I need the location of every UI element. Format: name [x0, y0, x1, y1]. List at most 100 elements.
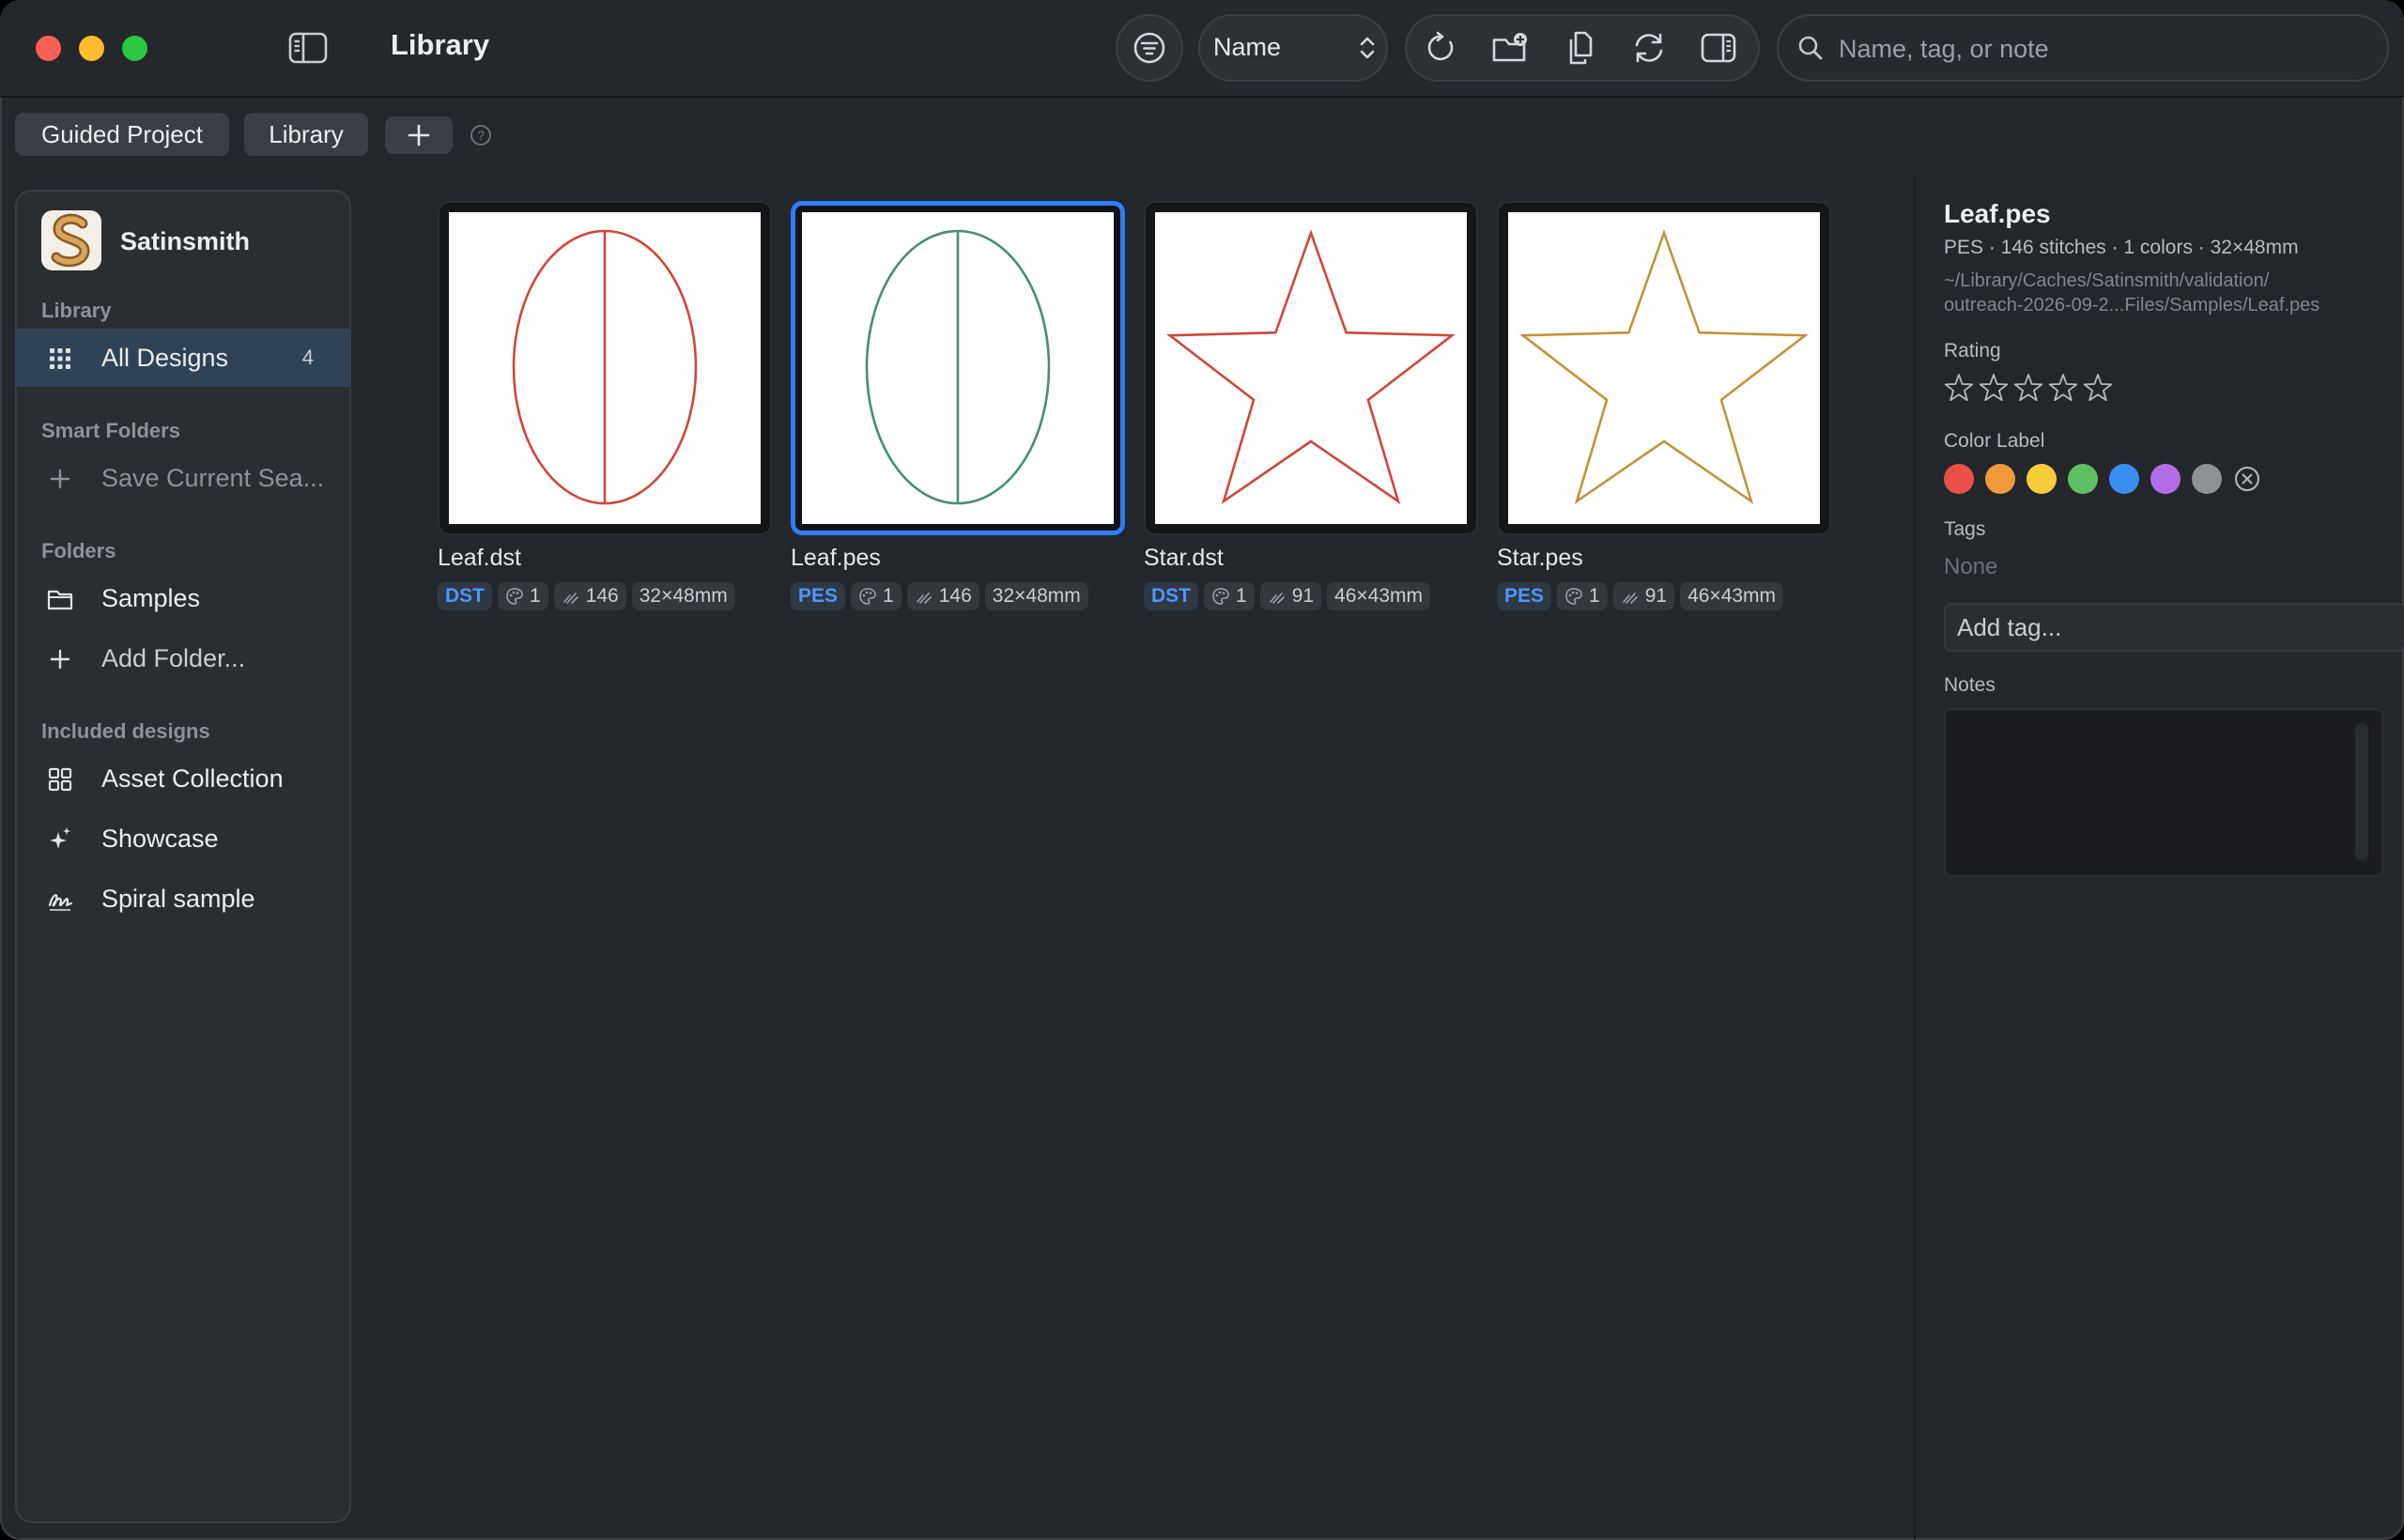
clear-color-label-icon[interactable] — [2233, 465, 2261, 493]
file-path[interactable]: ~/Library/Caches/Satinsmith/validation/ … — [1944, 269, 2385, 317]
filter-icon — [1133, 32, 1165, 64]
sync-icon[interactable] — [1630, 31, 1668, 65]
add-tag-input[interactable] — [1944, 603, 2404, 652]
sidebar-item-label: Spiral sample — [101, 885, 255, 913]
star-icon[interactable] — [2011, 372, 2045, 404]
palette-icon — [1212, 588, 1229, 605]
plus-icon — [50, 649, 70, 670]
app-window: Library Name Name, tag, or note Guided P… — [0, 0, 2404, 1540]
close-window-button[interactable] — [36, 36, 61, 61]
tab-guided-project[interactable]: Guided Project — [15, 113, 229, 156]
chevron-up-down-icon — [1360, 37, 1375, 59]
leaf-stitch-path — [865, 229, 1051, 505]
color-count-chip-value: 1 — [1236, 585, 1247, 607]
sort-value: Name — [1213, 33, 1282, 61]
copy-document-icon[interactable] — [1561, 31, 1598, 65]
sidebar-item-all-designs[interactable]: All Designs 4 — [15, 329, 351, 387]
sidebar-item-label: Save Current Sea... — [101, 464, 325, 492]
filter-button[interactable] — [1116, 14, 1183, 82]
section-header-included-designs: Included designs — [41, 719, 210, 743]
sort-select[interactable]: Name — [1198, 14, 1388, 82]
sidebar-item-label: Asset Collection — [101, 764, 284, 793]
window-title: Library — [391, 28, 490, 61]
zoom-window-button[interactable] — [122, 36, 147, 61]
refresh-icon[interactable] — [1424, 31, 1461, 65]
search-icon — [1798, 36, 1823, 60]
color-count-chip: 1 — [1557, 582, 1608, 610]
size-chip: 32×48mm — [984, 582, 1088, 610]
star-icon[interactable] — [2081, 372, 2115, 404]
inspector-toggle-icon[interactable] — [1700, 31, 1737, 65]
size-chip: 32×48mm — [631, 582, 735, 610]
sidebar-item-label: Samples — [101, 584, 201, 612]
tab-library[interactable]: Library — [244, 113, 368, 156]
design-thumbnail[interactable] — [1497, 201, 1831, 535]
sidebar-item-asset-collection[interactable]: Asset Collection — [15, 749, 351, 808]
add-folder-icon[interactable] — [1491, 31, 1529, 65]
color-count-chip: 1 — [1204, 582, 1255, 610]
color-label-swatch[interactable] — [1985, 464, 2015, 494]
help-icon[interactable]: ? — [470, 124, 492, 146]
toolbar-action-group — [1405, 14, 1760, 82]
notes-label: Notes — [1944, 674, 1996, 696]
sidebar-item-spiral-sample[interactable]: Spiral sample — [15, 870, 351, 928]
folder-icon — [47, 590, 73, 610]
section-header-smart-folders: Smart Folders — [41, 419, 180, 442]
color-label-swatch[interactable] — [2192, 464, 2222, 494]
color-label-swatch[interactable] — [2150, 464, 2181, 494]
design-preview — [1155, 212, 1467, 524]
rating-stars[interactable] — [1942, 372, 2116, 408]
stitch-count-chip-value: 146 — [938, 585, 972, 607]
color-label-swatch[interactable] — [2068, 464, 2098, 494]
color-count-chip: 1 — [498, 582, 548, 610]
rating-label: Rating — [1944, 340, 2001, 362]
search-input[interactable] — [1837, 27, 2366, 70]
design-thumbnail[interactable] — [1144, 201, 1478, 535]
star-icon[interactable] — [1942, 372, 1976, 404]
color-label-swatch[interactable] — [1944, 464, 1974, 494]
app-logo — [41, 210, 101, 270]
stitch-count-chip: 91 — [1612, 582, 1675, 610]
color-label-swatch[interactable] — [2109, 464, 2139, 494]
plus-icon — [50, 469, 70, 489]
star-stitch-path — [1165, 229, 1456, 504]
color-count-chip-value: 1 — [1589, 585, 1600, 607]
section-header-library: Library — [41, 299, 112, 322]
format-badge: DST — [1144, 582, 1198, 610]
sidebar-item-samples[interactable]: Samples — [15, 569, 351, 627]
sidebar: Satinsmith Library All Designs 4 Smart F… — [15, 190, 351, 1523]
design-filename: Star.pes — [1497, 545, 1583, 571]
add-folder-button[interactable]: Add Folder... — [15, 629, 351, 687]
section-header-folders: Folders — [41, 539, 116, 562]
star-icon[interactable] — [2046, 372, 2080, 404]
stitch-icon — [562, 593, 578, 604]
design-metadata-chips: PES 1 146 32×48mm — [791, 582, 1094, 610]
stitch-count-chip-value: 91 — [1291, 585, 1315, 607]
minimize-window-button[interactable] — [79, 36, 104, 61]
inspector-panel: Leaf.pes PES · 146 stitches · 1 colors ·… — [1914, 178, 2404, 1540]
app-name: Satinsmith — [120, 227, 251, 255]
design-metadata-chips: DST 1 91 46×43mm — [1144, 582, 1436, 610]
design-thumbnail[interactable] — [438, 201, 772, 535]
stitch-icon — [1269, 593, 1285, 604]
sidebar-item-label: All Designs — [101, 344, 229, 372]
design-thumbnail[interactable] — [791, 201, 1125, 535]
star-icon[interactable] — [1977, 372, 2011, 404]
design-filename: Leaf.pes — [791, 545, 881, 571]
grid-2x2-icon — [48, 767, 72, 792]
color-count-chip-value: 1 — [883, 585, 894, 607]
add-tab-button[interactable] — [385, 116, 453, 154]
notes-textarea[interactable] — [1944, 708, 2383, 877]
notes-scrollbar[interactable] — [2355, 723, 2368, 860]
format-badge: DST — [438, 582, 492, 610]
search-field[interactable] — [1777, 14, 2389, 82]
color-label-title: Color Label — [1944, 430, 2045, 452]
stitch-count-chip: 146 — [553, 582, 626, 610]
save-current-search-button[interactable]: Save Current Sea... — [15, 449, 351, 507]
sidebar-item-showcase[interactable]: Showcase — [15, 809, 351, 868]
file-path-line: ~/Library/Caches/Satinsmith/validation/ — [1944, 270, 2270, 291]
sidebar-toggle-icon[interactable] — [287, 31, 329, 65]
color-label-swatch[interactable] — [2026, 464, 2057, 494]
palette-icon — [506, 588, 523, 605]
color-count-chip-value: 1 — [530, 585, 541, 607]
